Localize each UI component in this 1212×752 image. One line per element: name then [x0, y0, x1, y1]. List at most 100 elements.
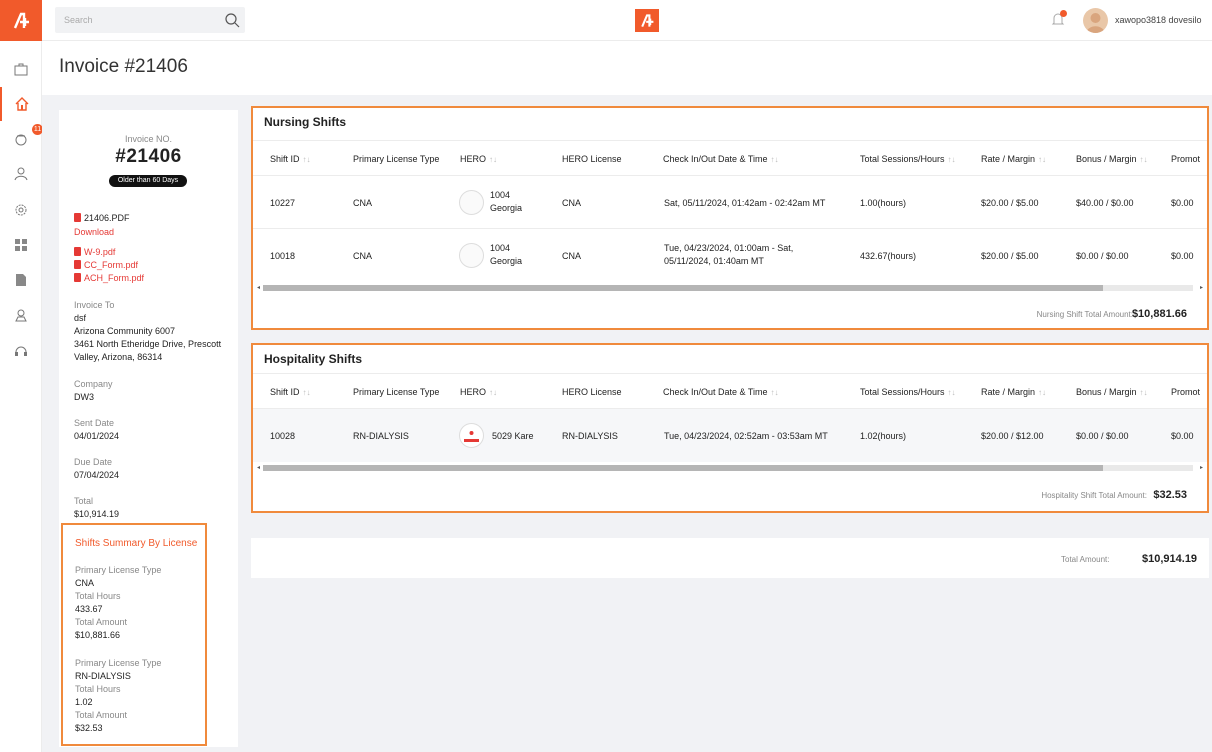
summary-hours-label: Total Hours — [75, 684, 121, 694]
hospitality-total-label: Hospitality Shift Total Amount: — [1041, 491, 1147, 500]
sort-icon: ↑↓ — [1038, 155, 1047, 164]
nursing-table-header: Shift ID ↑↓ Primary License Type HERO ↑↓ H… — [253, 140, 1207, 176]
scroll-left-icon[interactable]: ◂ — [257, 464, 260, 471]
summary-hours-value: 433.67 — [75, 604, 103, 614]
rail-support[interactable] — [0, 334, 42, 368]
sent-date-value: 04/01/2024 — [74, 431, 120, 441]
summary-amount-label: Total Amount — [75, 617, 128, 627]
app-logo[interactable] — [0, 0, 42, 41]
rail-settings[interactable] — [0, 193, 42, 227]
due-date-label: Due Date — [74, 457, 113, 467]
due-date-value: 07/04/2024 — [74, 470, 120, 480]
col-rate[interactable]: Rate / Margin ↑↓ — [981, 387, 1046, 397]
rail-nurses[interactable]: 11 — [0, 122, 43, 156]
avatar[interactable] — [1083, 8, 1108, 33]
notification-dot — [1060, 10, 1067, 17]
cell-hero[interactable]: 5029 Kare — [492, 431, 534, 441]
download-link[interactable]: Download — [74, 227, 114, 237]
attachment-label: CC_Form.pdf — [84, 260, 139, 270]
scroll-thumb[interactable] — [263, 285, 1103, 291]
brand-logo[interactable] — [635, 9, 659, 32]
hero-avatar — [459, 190, 484, 215]
col-checkin[interactable]: Check In/Out Date & Time ↑↓ — [663, 154, 779, 164]
left-rail: 11 — [0, 0, 43, 752]
search-input[interactable] — [55, 7, 215, 33]
invoice-to-address-line2: Valley, Arizona, 86314 — [74, 352, 163, 362]
hospitality-shifts-title: Hospitality Shifts — [264, 352, 363, 366]
horizontal-scrollbar[interactable]: ◂ ▸ — [257, 284, 1203, 292]
grid-icon — [15, 239, 27, 251]
col-hours[interactable]: Total Sessions/Hours ↑↓ — [860, 154, 956, 164]
table-row[interactable]: 10227 CNA 1004 Georgia CNA Sat, 05/11/20… — [253, 176, 1207, 229]
cell-license: CNA — [353, 251, 373, 261]
cell-promo: $0.00 — [1171, 431, 1194, 441]
page-title: Invoice #21406 — [59, 56, 188, 77]
cell-checkin-line2: 05/11/2024, 01:40am MT — [664, 256, 764, 266]
hospitality-shifts-panel: Hospitality Shifts Shift ID ↑↓ Primary Li… — [251, 343, 1209, 513]
col-label: HERO — [460, 387, 487, 397]
sent-date-label: Sent Date — [74, 418, 115, 428]
cell-hero-line1[interactable]: 1004 — [490, 190, 510, 200]
sort-icon: ↑↓ — [947, 155, 956, 164]
invoice-file-name: 21406.PDF — [84, 213, 130, 223]
attachment-cc-form[interactable]: CC_Form.pdf — [74, 260, 138, 270]
col-hero[interactable]: HERO ↑↓ — [460, 387, 497, 397]
col-label: Total Sessions/Hours — [860, 154, 945, 164]
hero-logo-icon — [464, 431, 479, 442]
scroll-right-icon[interactable]: ▸ — [1200, 284, 1203, 291]
invoice-to-name: dsf — [74, 313, 87, 323]
horizontal-scrollbar[interactable]: ◂ ▸ — [257, 464, 1203, 472]
rail-documents[interactable] — [0, 263, 42, 297]
username[interactable]: xawopo3818 dovesilo — [1115, 15, 1202, 25]
col-checkin[interactable]: Check In/Out Date & Time ↑↓ — [663, 387, 779, 397]
cell-promo: $0.00 — [1171, 251, 1194, 261]
scroll-left-icon[interactable]: ◂ — [257, 284, 260, 291]
rail-home[interactable] — [0, 87, 42, 121]
rail-briefcase[interactable] — [0, 52, 42, 86]
col-promo: Promot — [1171, 387, 1201, 397]
col-shift-id[interactable]: Shift ID ↑↓ — [270, 387, 311, 397]
rail-users[interactable] — [0, 157, 42, 191]
summary-amount-value: $10,881.66 — [75, 630, 121, 640]
rail-map[interactable] — [0, 298, 42, 332]
nursing-shifts-panel: Nursing Shifts Shift ID ↑↓ Primary Licens… — [251, 106, 1209, 330]
support-icon — [15, 346, 27, 356]
nursing-total-value: $10,881.66 — [1131, 308, 1187, 320]
total-label: Total — [74, 496, 94, 506]
col-bonus[interactable]: Bonus / Margin ↑↓ — [1076, 154, 1148, 164]
cell-bonus: $0.00 / $0.00 — [1076, 431, 1129, 441]
invoice-no-label: Invoice NO. — [124, 134, 173, 144]
logo-icon — [641, 13, 654, 27]
sort-icon: ↑↓ — [1139, 388, 1148, 397]
col-primary-license: Primary License Type — [353, 154, 440, 164]
attachment-ach-form[interactable]: ACH_Form.pdf — [74, 273, 144, 283]
sort-icon: ↑↓ — [302, 155, 311, 164]
scroll-thumb[interactable] — [263, 465, 1103, 471]
rail-dashboard[interactable] — [0, 228, 42, 262]
table-row[interactable]: 10018 CNA 1004 Georgia CNA Tue, 04/23/20… — [253, 229, 1207, 282]
sort-icon: ↑↓ — [1038, 388, 1047, 397]
cell-hero-line2[interactable]: Georgia — [490, 256, 522, 266]
invoice-to-address-line1: 3461 North Etheridge Drive, Prescott — [74, 339, 222, 349]
sort-icon: ↑↓ — [770, 155, 779, 164]
invoice-number: #21406 — [115, 146, 182, 167]
cell-rate: $20.00 / $5.00 — [981, 198, 1039, 208]
col-shift-id[interactable]: Shift ID ↑↓ — [270, 154, 311, 164]
status-badge: Older than 60 Days — [109, 175, 187, 187]
col-hours[interactable]: Total Sessions/Hours ↑↓ — [860, 387, 956, 397]
col-bonus[interactable]: Bonus / Margin ↑↓ — [1076, 387, 1148, 397]
scroll-right-icon[interactable]: ▸ — [1200, 464, 1203, 471]
summary-title: Shifts Summary By License — [75, 538, 198, 549]
hospitality-total-value: $32.53 — [1153, 489, 1187, 501]
col-label: Check In/Out Date & Time — [663, 154, 768, 164]
attachment-w9[interactable]: W-9.pdf — [74, 247, 115, 257]
hero-avatar — [459, 243, 484, 268]
attachment-label: ACH_Form.pdf — [84, 273, 145, 283]
table-row[interactable]: 10028 RN-DIALYSIS 5029 Kare RN-DIALYSIS … — [253, 409, 1207, 462]
cell-hero-line2[interactable]: Georgia — [490, 203, 522, 213]
search-icon[interactable] — [224, 12, 240, 28]
col-rate[interactable]: Rate / Margin ↑↓ — [981, 154, 1046, 164]
col-hero[interactable]: HERO ↑↓ — [460, 154, 497, 164]
col-label: Rate / Margin — [981, 387, 1036, 397]
cell-hero-line1[interactable]: 1004 — [490, 243, 510, 253]
